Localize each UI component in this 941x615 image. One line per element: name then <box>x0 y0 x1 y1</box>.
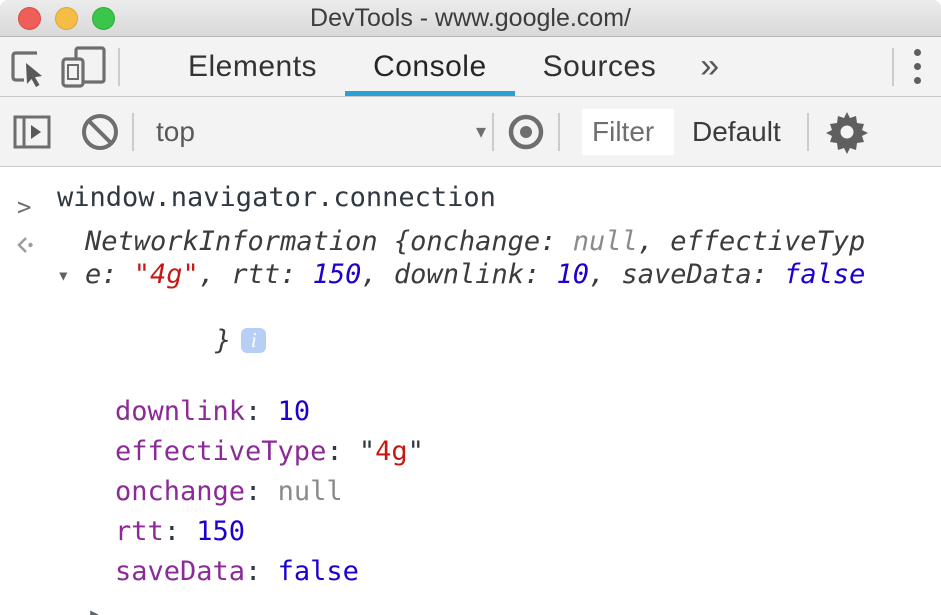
object-preview-line-2: e: "4g", rtt: 150, downlink: 10, saveDat… <box>85 258 941 291</box>
console-settings-button[interactable] <box>821 106 873 158</box>
separator <box>558 113 560 151</box>
kebab-dot <box>914 63 921 70</box>
inspect-element-button[interactable] <box>0 41 56 93</box>
property-row-effectiveType: effectiveType: "4g" <box>0 432 941 472</box>
devtools-menu-button[interactable] <box>900 49 941 84</box>
console-toolbar: top ▾ Default <box>0 97 941 167</box>
toggle-device-toolbar-button[interactable] <box>56 41 112 93</box>
devtools-window: DevTools - www.google.com/ Elements Cons… <box>0 0 941 615</box>
expand-proto-expander[interactable]: ▸ <box>88 593 101 615</box>
live-expression-button[interactable] <box>500 106 552 158</box>
separator <box>118 48 120 86</box>
property-row-rtt: rtt: 150 <box>0 512 941 552</box>
separator <box>492 113 494 151</box>
tab-elements[interactable]: Elements <box>160 37 345 96</box>
context-label: top <box>156 116 195 148</box>
property-row-saveData: saveData: false <box>0 552 941 592</box>
device-toolbar-icon <box>60 45 108 89</box>
info-badge-icon: i <box>241 328 266 353</box>
object-preview-line-1: NetworkInformation {onchange: null, effe… <box>85 225 941 258</box>
property-row-onchange: onchange: null <box>0 472 941 512</box>
property-row-downlink: downlink: 10 <box>0 392 941 432</box>
eye-icon <box>503 111 549 153</box>
console-result-row[interactable]: ▾ NetworkInformation {onchange: null, ef… <box>0 225 941 390</box>
tab-sources[interactable]: Sources <box>515 37 685 96</box>
close-window-button[interactable] <box>18 7 41 30</box>
separator <box>807 113 809 151</box>
command-prompt-icon: > <box>17 186 31 228</box>
titlebar: DevTools - www.google.com/ <box>0 0 941 37</box>
main-tabbar: Elements Console Sources » <box>0 37 941 97</box>
chevron-down-icon: ▾ <box>476 119 486 144</box>
console-sidebar-icon <box>12 114 52 150</box>
window-title: DevTools - www.google.com/ <box>0 4 941 33</box>
traffic-lights <box>18 7 115 30</box>
command-text: window.navigator.connection <box>57 182 496 213</box>
ban-icon <box>79 111 121 153</box>
inspect-cursor-icon <box>6 45 50 89</box>
more-tabs-button[interactable]: » <box>684 37 735 96</box>
log-levels-dropdown[interactable]: Default <box>674 116 801 148</box>
console-output: > window.navigator.connection ▾ NetworkI… <box>0 167 941 615</box>
panel-tabs: Elements Console Sources » <box>160 37 735 96</box>
minimize-window-button[interactable] <box>55 7 78 30</box>
object-preview-line-3: }i <box>85 291 941 390</box>
object-property-tree: downlink: 10 effectiveType: "4g" onchang… <box>0 392 941 615</box>
property-row-proto[interactable]: ▸ __proto__: NetworkInformation <box>0 592 941 615</box>
zoom-window-button[interactable] <box>92 7 115 30</box>
clear-console-button[interactable] <box>74 106 126 158</box>
tab-console[interactable]: Console <box>345 37 515 96</box>
gear-icon <box>825 110 869 154</box>
console-filter-input[interactable] <box>582 109 674 155</box>
collapse-object-expander[interactable]: ▾ <box>57 263 70 287</box>
result-arrow-icon <box>13 233 37 264</box>
javascript-context-select[interactable]: top ▾ <box>156 116 486 148</box>
console-command-row[interactable]: > window.navigator.connection <box>0 177 941 219</box>
kebab-dot <box>914 49 921 56</box>
separator <box>132 113 134 151</box>
kebab-dot <box>914 77 921 84</box>
show-console-sidebar-button[interactable] <box>6 106 58 158</box>
closing-brace: } <box>215 325 231 356</box>
separator <box>892 48 894 86</box>
